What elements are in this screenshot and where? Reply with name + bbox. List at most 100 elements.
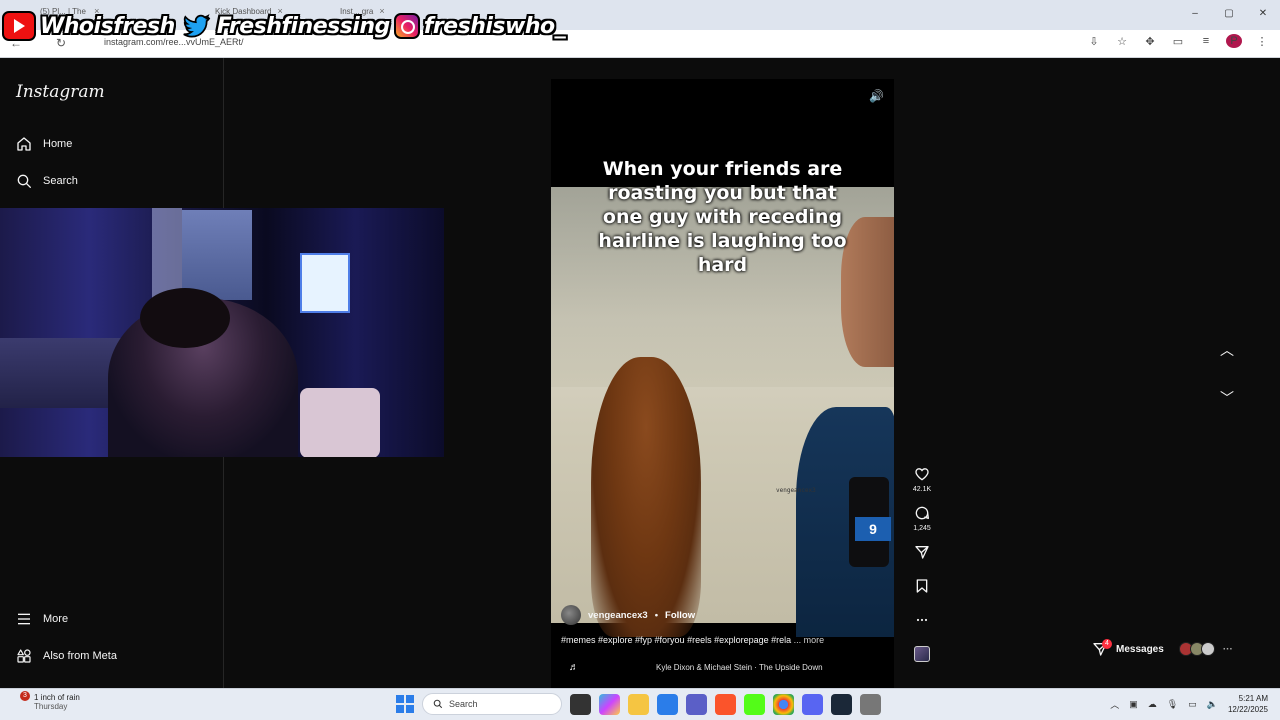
save-action[interactable] <box>914 578 930 594</box>
brave-icon[interactable] <box>715 693 736 715</box>
extensions-icon[interactable]: ✥ <box>1142 35 1158 48</box>
like-action[interactable]: 42.1K <box>913 466 931 493</box>
cast-icon[interactable]: ▭ <box>1170 35 1186 48</box>
comment-action[interactable]: 1,245 <box>913 505 931 532</box>
youtube-icon <box>2 11 36 41</box>
hashtags: #memes #explore #fyp #foryou #reels #exp… <box>561 635 792 645</box>
author-username[interactable]: vengeancex3 <box>588 610 648 621</box>
tray-app-icon[interactable]: ▣ <box>1129 699 1138 710</box>
webcam-wall-sign <box>300 253 350 313</box>
more-dots-icon: ··· <box>1222 643 1233 655</box>
home-icon <box>17 137 31 151</box>
hamburger-menu-icon <box>18 613 30 625</box>
system-tray: ︿ ▣ ☁ 🎙 ▭ 🔈 5:21 AM 12/22/2025 <box>1110 693 1268 715</box>
search-icon <box>433 699 443 709</box>
window-controls: – ▢ ✕ <box>1178 0 1280 30</box>
taskbar-search[interactable]: Search <box>422 693 562 715</box>
comment-count: 1,245 <box>913 525 931 532</box>
audio-track[interactable]: Kyle Dixon & Michael Stein · The Upside … <box>656 663 823 672</box>
sidebar-item-also-from-meta[interactable]: Also from Meta <box>16 648 117 664</box>
browser-menu-icon[interactable]: ⋮ <box>1254 35 1270 48</box>
maximize-button[interactable]: ▢ <box>1212 0 1246 30</box>
sidebar-item-label: More <box>43 613 69 625</box>
settings-gear-icon[interactable] <box>860 693 881 715</box>
display-icon[interactable]: ▭ <box>1188 699 1197 710</box>
weather-widget[interactable]: 1 inch of rain Thursday <box>34 693 80 711</box>
sound-on-icon[interactable]: 🔊 <box>869 89 884 103</box>
close-window-button[interactable]: ✕ <box>1246 0 1280 30</box>
clock[interactable]: 5:21 AM 12/22/2025 <box>1228 693 1268 715</box>
more-options-action[interactable] <box>914 612 930 628</box>
audio-thumbnail-image <box>914 646 930 662</box>
instagram-icon <box>393 13 420 39</box>
bookmark-star-icon[interactable]: ☆ <box>1114 35 1130 48</box>
profile-avatar[interactable]: P <box>1226 34 1242 48</box>
messages-button[interactable]: 4 Messages ··· <box>1092 638 1233 660</box>
search-icon <box>17 174 31 188</box>
discord-icon[interactable] <box>802 693 823 715</box>
speaker-icon[interactable]: 🔈 <box>1207 699 1218 710</box>
sidebar-item-home[interactable]: Home <box>16 136 72 152</box>
like-count: 42.1K <box>912 486 932 493</box>
orangutan-figure <box>591 357 701 637</box>
next-reel-chevron-down-icon[interactable]: ﹀ <box>1220 388 1234 408</box>
more-options-icon <box>916 618 928 622</box>
kick-icon[interactable] <box>744 693 765 715</box>
bookmark-icon <box>916 579 928 593</box>
reel-info: vengeancex3 • Follow #memes #explore #fy… <box>551 601 894 688</box>
sidebar-item-more[interactable]: More <box>16 611 68 627</box>
video-watermark: vengeancex3 <box>776 487 816 494</box>
install-app-icon[interactable]: ⇩ <box>1086 35 1102 48</box>
sidebar-item-label: Search <box>43 175 78 187</box>
windows-start-icon[interactable] <box>396 695 414 713</box>
task-view-icon[interactable] <box>570 693 591 715</box>
browser-toolbar: ⇩ ☆ ✥ ▭ ≡ P ⋮ <box>1086 34 1270 48</box>
store-icon[interactable] <box>657 693 678 715</box>
sidebar-item-label: Also from Meta <box>43 650 117 662</box>
avatar <box>1200 642 1215 656</box>
taskbar-search-placeholder: Search <box>449 699 478 709</box>
reel-actions: 42.1K 1,245 <box>908 466 936 662</box>
taskbar: 3 1 inch of rain Thursday Search ︿ ▣ ☁ 🎙… <box>0 688 1280 720</box>
copilot-icon[interactable] <box>599 693 620 715</box>
microphone-icon[interactable]: 🎙 <box>1167 699 1178 710</box>
file-explorer-icon[interactable] <box>628 693 649 715</box>
minimize-button[interactable]: – <box>1178 0 1212 30</box>
follow-button[interactable]: Follow <box>665 610 695 621</box>
webcam-streamer-hair <box>140 288 230 348</box>
heart-icon <box>915 468 929 481</box>
instagram-app: Instagram Home Search More Also from Met… <box>0 58 1280 688</box>
chrome-icon[interactable] <box>773 693 794 715</box>
webcam-poster <box>182 210 252 300</box>
instagram-logo[interactable]: Instagram <box>16 82 105 102</box>
clock-time: 5:21 AM <box>1238 694 1268 703</box>
teams-icon[interactable] <box>686 693 707 715</box>
reel-caption-text: When your friends are roasting you but t… <box>598 158 847 276</box>
reel-description: #memes #explore #fyp #foryou #reels #exp… <box>561 635 824 645</box>
twitter-icon <box>183 13 211 38</box>
network-icon[interactable]: ☁ <box>1148 699 1157 710</box>
previous-reel-chevron-up-icon[interactable]: ︿ <box>1220 340 1234 360</box>
meta-apps-icon <box>17 649 31 663</box>
chevron-up-icon[interactable]: ︿ <box>1110 698 1119 711</box>
weather-day: Thursday <box>34 702 68 711</box>
messages-label: Messages <box>1116 643 1164 655</box>
steam-icon[interactable] <box>831 693 852 715</box>
twitter-handle: Freshfinessing <box>216 13 390 39</box>
send-icon <box>915 546 929 559</box>
media-controls-icon[interactable]: ≡ <box>1198 35 1214 47</box>
sidebar-item-label: Home <box>43 138 73 150</box>
instagram-handle: freshiswho_ <box>423 13 566 39</box>
music-note-icon: ♬ <box>569 662 579 673</box>
author-avatar[interactable] <box>561 605 581 625</box>
stream-social-overlay: Whoisfresh Freshfinessing freshiswho_ <box>2 8 566 44</box>
share-action[interactable] <box>914 544 930 560</box>
audio-thumbnail[interactable] <box>914 646 930 662</box>
more-button[interactable]: ... more <box>794 635 825 645</box>
comment-icon <box>915 506 929 520</box>
messages-icon-wrap: 4 <box>1092 639 1112 657</box>
reel-author: vengeancex3 • Follow <box>561 605 695 625</box>
reel-video[interactable]: 9 vengeancex3 When your friends are roas… <box>551 79 894 688</box>
messages-badge: 4 <box>1102 639 1112 649</box>
sidebar-item-search[interactable]: Search <box>16 173 78 189</box>
